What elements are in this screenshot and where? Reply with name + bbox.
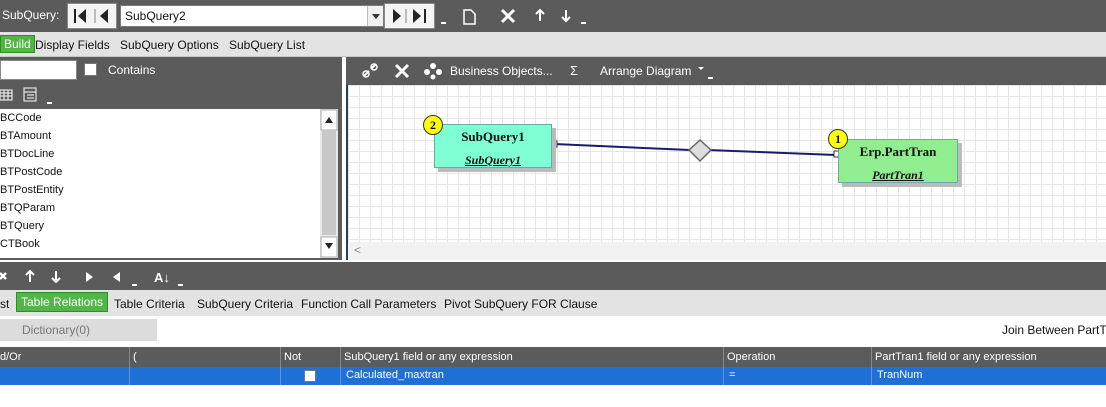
fields-panel: Contains BCCode BTAmount BTDocLine BTPos… xyxy=(0,57,342,260)
table-name: SubQuery1 xyxy=(461,129,525,144)
more-icon[interactable] xyxy=(578,6,598,26)
arrange-dropdown-icon[interactable] xyxy=(696,63,716,83)
join-link[interactable] xyxy=(348,85,1106,260)
relations-toolbar: A↓ xyxy=(0,262,1106,290)
field-list-scrollbar[interactable] xyxy=(320,109,338,258)
more-icon[interactable] xyxy=(438,6,458,26)
list-item[interactable]: BTAmount xyxy=(0,127,320,145)
join-diamond-icon xyxy=(687,138,713,163)
subquery-label: SubQuery: xyxy=(2,8,60,22)
field-search-input[interactable] xyxy=(0,60,77,80)
contains-checkbox[interactable] xyxy=(84,63,97,76)
list-item[interactable]: BCCode xyxy=(0,109,320,127)
business-objects-button[interactable]: Business Objects... xyxy=(450,64,553,78)
tab-subquery-criteria[interactable]: SubQuery Criteria xyxy=(197,297,293,311)
tab-pivot-subquery[interactable]: Pivot SubQuery FOR Clause xyxy=(444,297,597,311)
join-between-label: Join Between PartT xyxy=(1002,323,1106,337)
build-button[interactable]: Build xyxy=(0,35,35,53)
list-item[interactable]: BTQParam xyxy=(0,199,320,217)
business-objects-icon[interactable] xyxy=(424,62,442,80)
col-operation[interactable]: Operation xyxy=(727,351,775,363)
col-left-field[interactable]: SubQuery1 field or any expression xyxy=(344,351,513,363)
arrow-up-icon[interactable] xyxy=(530,6,550,26)
list-item[interactable]: BTPostEntity xyxy=(0,181,320,199)
col-not[interactable]: Not xyxy=(284,351,301,363)
table-alias: SubQuery1 xyxy=(464,153,521,167)
menu-subquery-options[interactable]: SubQuery Options xyxy=(120,38,219,52)
field-list: BCCode BTAmount BTDocLine BTPostCode BTP… xyxy=(0,109,320,258)
tab-table-relations[interactable]: Table Relations xyxy=(16,292,109,312)
remove-table-icon[interactable] xyxy=(392,61,412,81)
menu-display-fields[interactable]: Display Fields xyxy=(35,38,110,52)
table-row[interactable]: Calculated_maxtran = TranNum xyxy=(0,367,1106,385)
not-checkbox[interactable] xyxy=(304,370,316,382)
menu-subquery-list[interactable]: SubQuery List xyxy=(229,38,305,52)
sigma-button[interactable]: Σ xyxy=(570,63,578,78)
svg-text:A↓: A↓ xyxy=(154,270,170,285)
col-paren[interactable]: ( xyxy=(133,351,137,363)
right-field-cell[interactable]: TranNum xyxy=(877,369,922,381)
new-icon[interactable] xyxy=(460,6,480,26)
menu-row: Build Display Fields SubQuery Options Su… xyxy=(0,32,1106,57)
chevron-down-icon[interactable] xyxy=(367,6,383,26)
relation-info-row: Dictionary(0) Join Between PartT xyxy=(0,316,1106,347)
left-field-cell[interactable]: Calculated_maxtran xyxy=(346,369,444,381)
tab-function-call-parameters[interactable]: Function Call Parameters xyxy=(301,297,436,311)
arrange-diagram-button[interactable]: Arrange Diagram xyxy=(600,64,691,78)
relations-toolbar-icons[interactable]: A↓ xyxy=(0,266,190,288)
table-box-subquery1[interactable]: SubQuery1 SubQuery1 xyxy=(434,124,552,168)
subquery-select-value: SubQuery2 xyxy=(125,9,186,23)
subquery-toolbar: SubQuery: SubQuery2 xyxy=(0,0,1106,32)
table-order-badge: 2 xyxy=(423,115,443,135)
bottom-tabs: st Table Relations Table Criteria SubQue… xyxy=(0,290,1106,316)
diagram-toolbar: Business Objects... Σ Arrange Diagram xyxy=(346,57,1106,85)
nav-back-group xyxy=(67,3,117,29)
first-prev-icons[interactable] xyxy=(68,4,118,28)
operation-cell[interactable]: = xyxy=(729,369,735,381)
scroll-left-icon[interactable]: < xyxy=(354,243,361,257)
list-item[interactable]: BTDocLine xyxy=(0,145,320,163)
table-alias: PartTran1 xyxy=(872,168,924,182)
list-item[interactable]: BTQuery xyxy=(0,217,320,235)
table-order-badge: 1 xyxy=(828,129,848,149)
diagram-hscrollbar[interactable]: < xyxy=(348,242,1106,260)
link-icon[interactable] xyxy=(360,61,380,81)
relations-grid-header: d/Or ( Not SubQuery1 field or any expres… xyxy=(0,347,1106,367)
col-andor[interactable]: d/Or xyxy=(0,351,21,363)
delete-icon[interactable] xyxy=(498,6,518,26)
tab-list[interactable]: st xyxy=(0,297,9,311)
col-right-field[interactable]: PartTran1 field or any expression xyxy=(875,351,1037,363)
dictionary-button[interactable]: Dictionary(0) xyxy=(0,319,157,341)
table-name: Erp.PartTran xyxy=(859,144,937,159)
arrow-down-icon[interactable] xyxy=(556,6,576,26)
query-diagram[interactable]: SubQuery1 SubQuery1 2 Erp.PartTran PartT… xyxy=(346,85,1106,260)
contains-label: Contains xyxy=(108,63,156,77)
table-box-parttran[interactable]: Erp.PartTran PartTran1 xyxy=(838,139,958,183)
next-last-icons[interactable] xyxy=(385,4,436,28)
list-item[interactable]: BTPostCode xyxy=(0,163,320,181)
subquery-select[interactable]: SubQuery2 xyxy=(120,5,384,27)
nav-forward-group xyxy=(384,3,435,29)
list-item[interactable]: CTBook xyxy=(0,235,320,253)
tab-table-criteria[interactable]: Table Criteria xyxy=(114,297,185,311)
grid-view-icon[interactable] xyxy=(0,86,60,106)
